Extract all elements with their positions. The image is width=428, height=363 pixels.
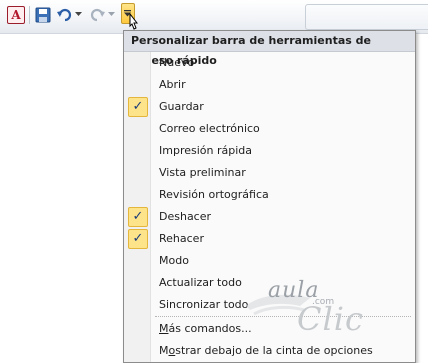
menu-item[interactable]: ✓ Rehacer (124, 228, 415, 250)
mouse-cursor-icon (129, 12, 139, 30)
menu-item-label: Revisión ortográfica (159, 188, 269, 201)
menu-item-label: Sincronizar todo (159, 298, 249, 311)
menu-item[interactable]: ✓ Guardar (124, 96, 415, 118)
watermark-clic: Clic (297, 300, 364, 338)
undo-icon[interactable] (56, 6, 73, 23)
checkmark-icon: ✓ (128, 97, 148, 117)
menu-item[interactable]: ✓ Deshacer (124, 206, 415, 228)
title-bar-area (305, 4, 428, 30)
access-logo-icon[interactable]: A (7, 6, 25, 24)
menu-item-label: Rehacer (159, 232, 204, 245)
menu-item-label: Vista preliminar (159, 166, 246, 179)
menu-item-label: Guardar (159, 100, 204, 113)
menu-title: Personalizar barra de herramientas de ac… (124, 31, 415, 67)
undo-dropdown-icon[interactable] (75, 12, 82, 17)
menu-item-label: Modo (159, 254, 189, 267)
menu-item[interactable]: Impresión rápida (124, 140, 415, 162)
show-below-ribbon-item[interactable]: Mostrar debajo de la cinta de opciones (124, 340, 415, 362)
checkmark-icon: ✓ (128, 229, 148, 249)
menu-item-label: Impresión rápida (159, 144, 253, 157)
menu-item-label: Nuevo (159, 56, 195, 69)
menu-item-label: Actualizar todo (159, 276, 242, 289)
save-icon[interactable] (35, 7, 51, 23)
menu-item-label: Abrir (159, 78, 186, 91)
menu-item[interactable]: Modo (124, 250, 415, 272)
checkmark-icon: ✓ (128, 207, 148, 227)
menu-item-label: Deshacer (159, 210, 212, 223)
menu-item[interactable]: Correo electrónico (124, 118, 415, 140)
menu-item[interactable]: Abrir (124, 74, 415, 96)
redo-dropdown-icon[interactable] (108, 12, 115, 17)
show-below-ribbon-label: Mostrar debajo de la cinta de opciones (159, 344, 373, 357)
quick-access-toolbar: A (0, 0, 428, 34)
menu-item[interactable]: Vista preliminar (124, 162, 415, 184)
toolbar-separator (29, 6, 30, 24)
more-commands-label: Más comandos... (159, 322, 252, 335)
redo-icon[interactable] (89, 6, 106, 23)
menu-item[interactable]: Revisión ortográfica (124, 184, 415, 206)
menu-item-label: Correo electrónico (159, 122, 260, 135)
menu-item[interactable]: Nuevo (124, 52, 415, 74)
